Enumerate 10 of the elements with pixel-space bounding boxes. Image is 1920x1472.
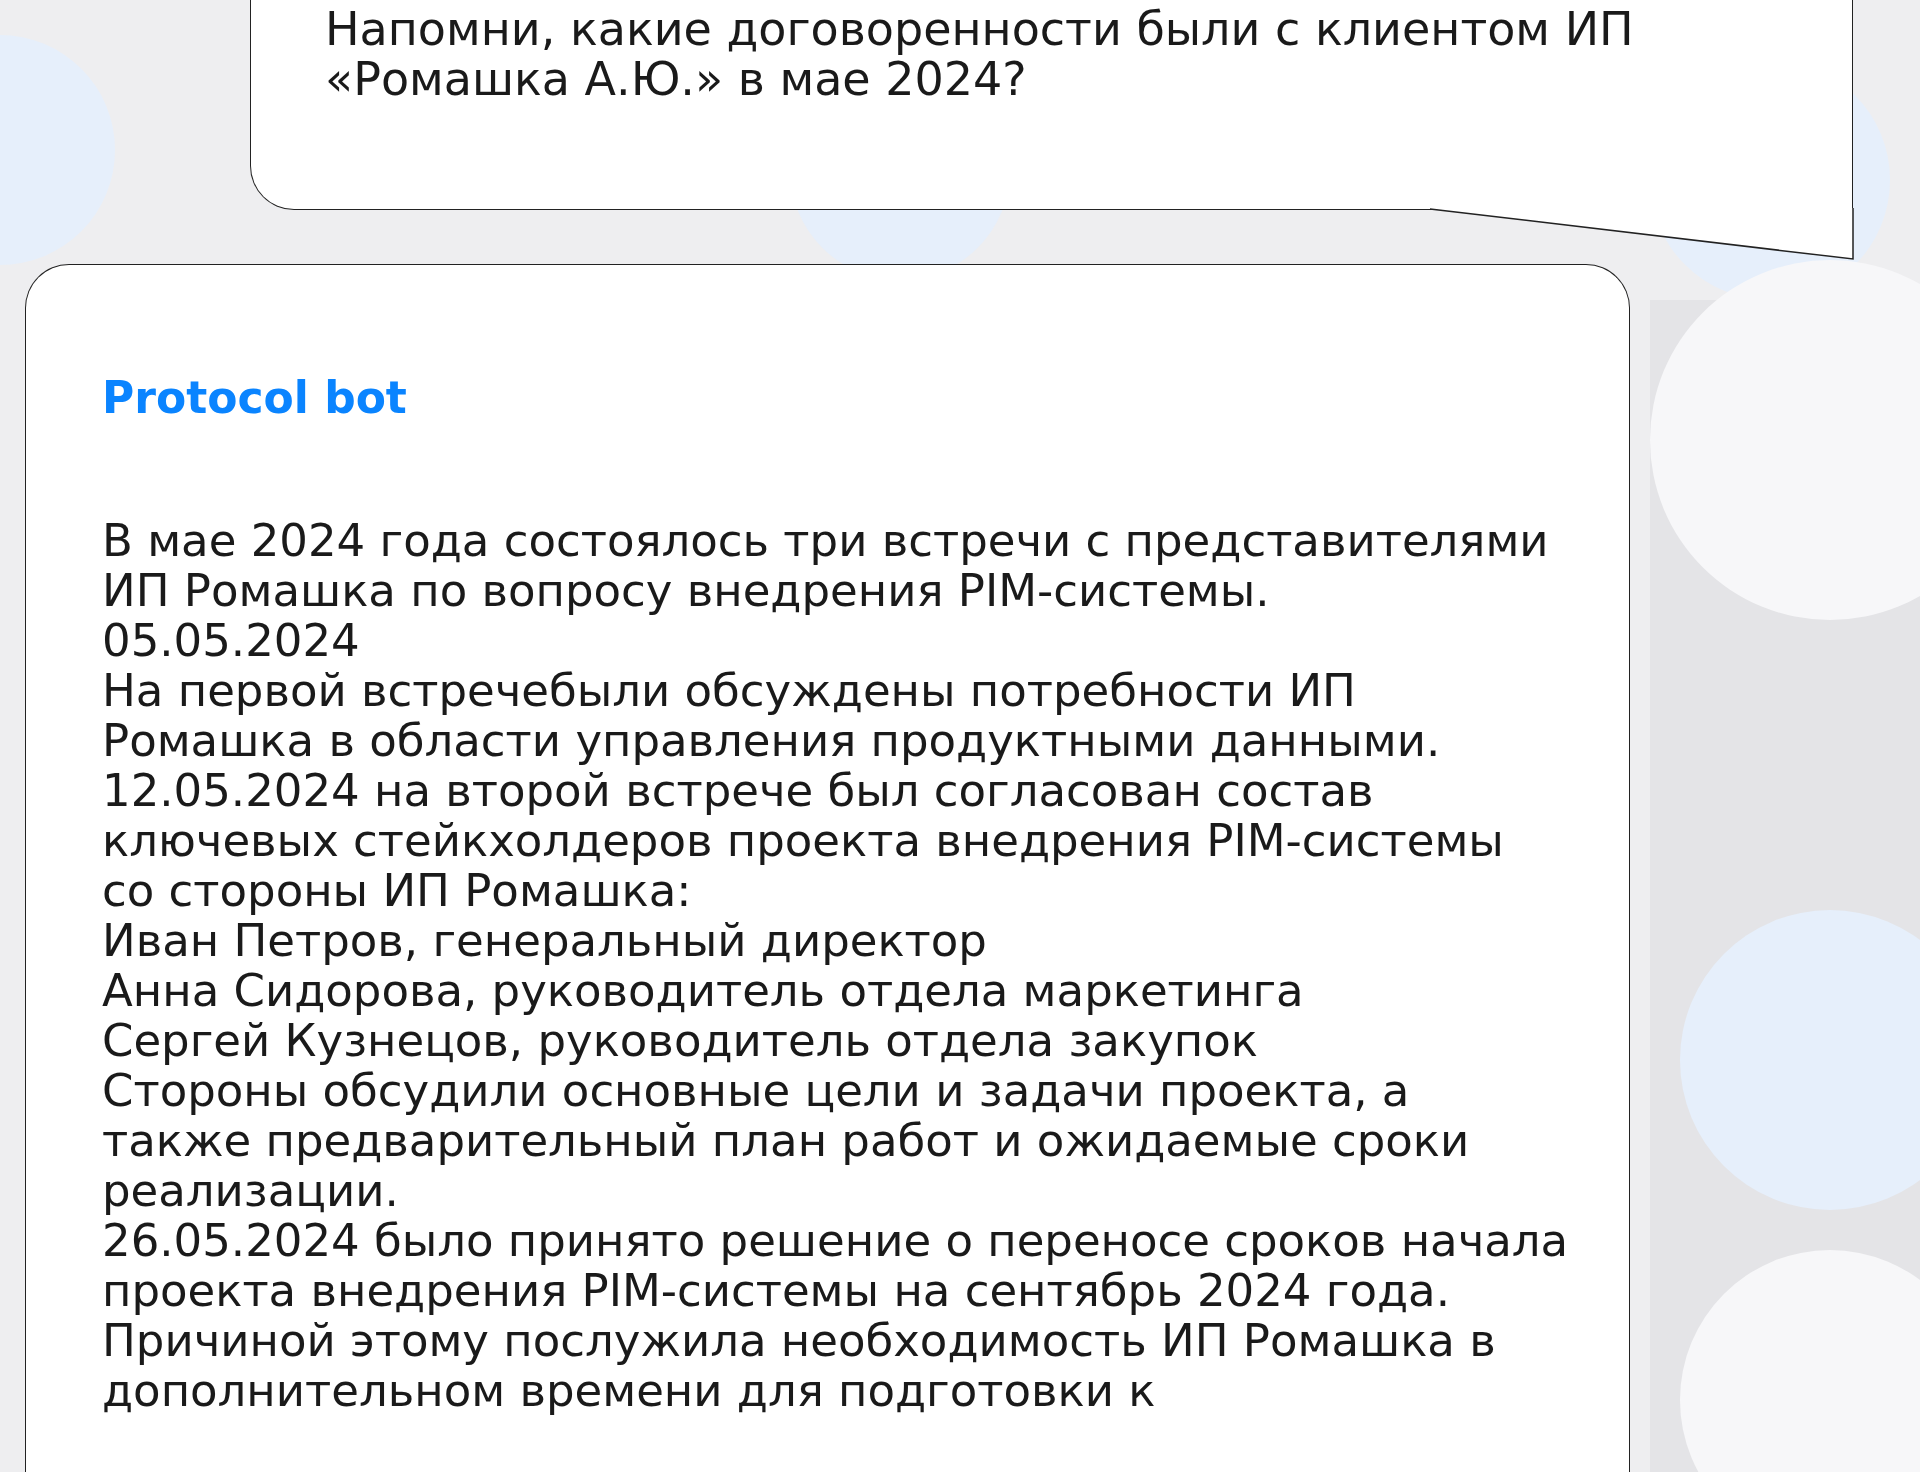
- message-text: Иван Петров, генеральный директор: [102, 916, 988, 966]
- message-text: Анна Сидорова, руководитель отдела маркетинга: [102, 966, 1305, 1016]
- message-text: В мае 2024 года состоялось три встречи с представителями ИП Ромашка по вопросу внедрения PIM-системы.: [102, 516, 1550, 616]
- message-text: Сергей Кузнецов, руководитель отдела закупок: [102, 1016, 1258, 1066]
- message-text: Стороны обсудили основные цели и задачи проекта, а также предварительный план работ и ожидаемые сроки реализации.: [102, 1066, 1471, 1216]
- message-text: На первой встречебыли обсуждены потребности ИП Ромашка в области управления продуктными данными.: [102, 666, 1442, 766]
- sender-name: Protocol bot: [102, 371, 408, 425]
- message-text: 05.05.2024: [102, 616, 361, 666]
- message-text: 26.05.2024 было принято решение о переносе сроков начала проекта внедрения PIM-системы на сентябрь 2024 года. Причиной этому послужила необходимость ИП Ромашка в дополнительном времени для подготовки к: [102, 1216, 1569, 1416]
- message-text: 12.05.2024 на второй встрече был согласован состав ключевых стейкхолдеров проекта внедрения PIM-системы со стороны ИП Ромашка:: [102, 766, 1505, 916]
